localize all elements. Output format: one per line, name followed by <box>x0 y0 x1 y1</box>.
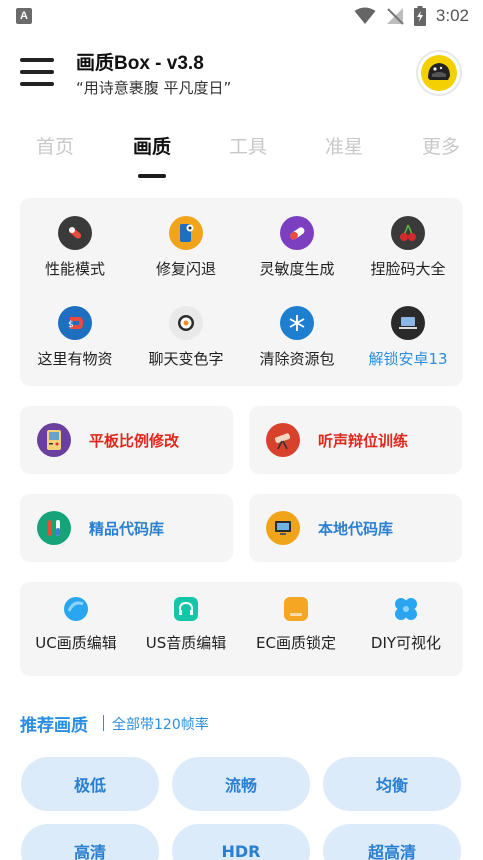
diy-visualizer[interactable]: DIY可视化 <box>346 582 466 662</box>
feature-grid-card: 性能模式 修复闪退 灵敏度生成 捏脸码大全 $ 这里有物资 聊天变色字 清除资源… <box>20 198 463 386</box>
top-tabs: 首页 画质 工具 准星 更多 <box>0 128 483 178</box>
quality-very-low[interactable]: 极低 <box>21 757 159 811</box>
feature-chat-color[interactable]: 聊天变色字 <box>131 298 241 378</box>
premium-code-card[interactable]: 精品代码库 <box>20 494 233 562</box>
ec-quality-lock[interactable]: EC画质锁定 <box>236 582 356 662</box>
app-subtitle: “用诗意裹腹 平凡度日” <box>76 79 232 97</box>
feature-sensitivity[interactable]: 灵敏度生成 <box>242 208 352 288</box>
feature-fix-crash[interactable]: 修复闪退 <box>131 208 241 288</box>
svg-text:$: $ <box>68 320 74 330</box>
tab-crosshair[interactable]: 准星 <box>309 132 379 159</box>
feature-supplies[interactable]: $ 这里有物资 <box>20 298 130 378</box>
computer-icon <box>266 511 300 545</box>
app-header: 画质Box - v3.8 “用诗意裹腹 平凡度日” <box>0 42 483 106</box>
tab-indicator <box>138 174 166 178</box>
battery-icon <box>413 6 426 26</box>
pill-icon <box>280 216 314 250</box>
wifi-icon <box>354 7 376 24</box>
recommend-subtitle: 全部带120帧率 <box>112 717 209 733</box>
tab-home[interactable]: 首页 <box>20 132 90 159</box>
sushi-icon <box>169 306 203 340</box>
quality-smooth[interactable]: 流畅 <box>172 757 310 811</box>
menu-button[interactable] <box>20 56 54 88</box>
quality-ultra-hd[interactable]: 超高清 <box>323 824 461 860</box>
menu-icon <box>20 58 54 62</box>
divider <box>103 715 104 731</box>
status-bar: A 3:02 <box>0 0 483 32</box>
cherry-icon <box>391 216 425 250</box>
magnet-icon: $ <box>58 306 92 340</box>
pubg-helmet-icon <box>421 55 457 91</box>
rocket-icon <box>58 216 92 250</box>
tab-tools[interactable]: 工具 <box>213 132 283 159</box>
phone-repair-icon <box>169 216 203 250</box>
app-title: 画质Box - v3.8 <box>76 53 204 74</box>
headphones-icon <box>173 596 199 622</box>
feature-clear-resources[interactable]: 清除资源包 <box>242 298 352 378</box>
tools-card: UC画质编辑 US音质编辑 EC画质锁定 DIY可视化 <box>20 582 463 676</box>
tab-more[interactable]: 更多 <box>406 132 476 159</box>
tablet-ratio-card[interactable]: 平板比例修改 <box>20 406 233 474</box>
quality-hdr[interactable]: HDR <box>172 824 310 860</box>
gameboy-icon <box>37 423 71 457</box>
telescope-icon <box>266 423 300 457</box>
feature-face-codes[interactable]: 捏脸码大全 <box>353 208 463 288</box>
feature-performance-mode[interactable]: 性能模式 <box>20 208 130 288</box>
laptop-icon <box>391 306 425 340</box>
us-sound-editor[interactable]: US音质编辑 <box>126 582 246 662</box>
snowflake-icon <box>280 306 314 340</box>
uc-quality-editor[interactable]: UC画质编辑 <box>16 582 136 662</box>
no-signal-icon <box>386 8 404 25</box>
quality-hd[interactable]: 高清 <box>21 824 159 860</box>
uc-icon <box>63 596 89 622</box>
quality-balanced[interactable]: 均衡 <box>323 757 461 811</box>
recommend-title: 推荐画质 <box>20 716 88 736</box>
avatar[interactable] <box>416 50 462 96</box>
test-tube-icon <box>37 511 71 545</box>
tab-quality[interactable]: 画质 <box>117 132 187 159</box>
lock-card-icon <box>283 596 309 622</box>
local-code-card[interactable]: 本地代码库 <box>249 494 462 562</box>
feature-unlock-android13[interactable]: 解锁安卓13 <box>353 298 463 378</box>
diy-icon <box>393 596 419 622</box>
sound-position-card[interactable]: 听声辩位训练 <box>249 406 462 474</box>
notification-icon: A <box>16 8 32 24</box>
clock: 3:02 <box>435 6 469 25</box>
